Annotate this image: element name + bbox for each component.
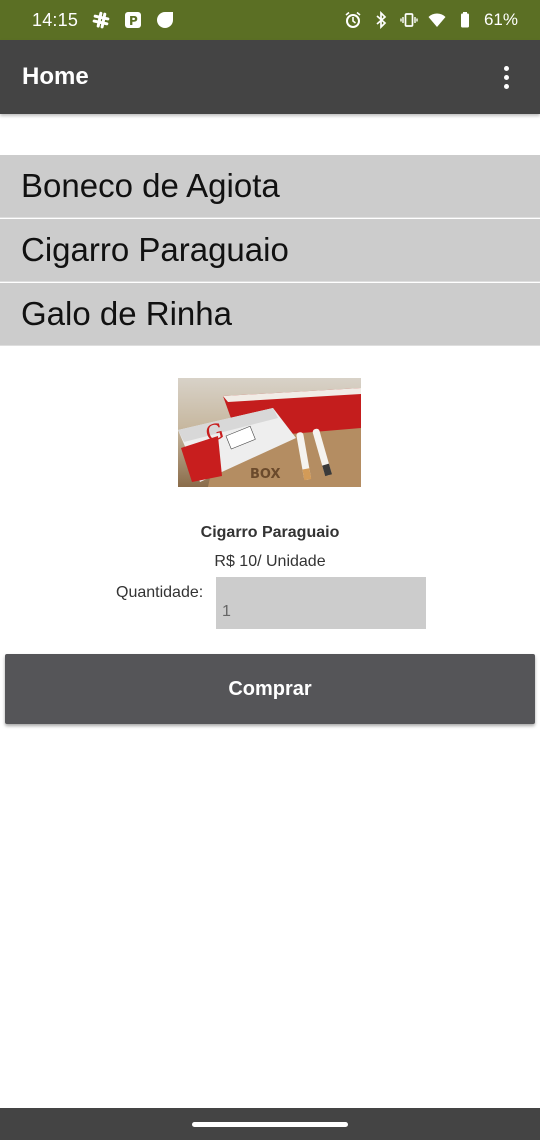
status-time: 14:15 (32, 9, 79, 30)
product-item-boneco-de-agiota[interactable]: Boneco de Agiota (0, 155, 540, 218)
circle-notification-icon (156, 11, 174, 29)
slack-icon (92, 11, 110, 29)
quantity-label: Quantidade: (116, 584, 204, 601)
product-list: Boneco de Agiota Cigarro Paraguaio Galo … (0, 155, 540, 347)
status-right: 61% (344, 10, 518, 30)
product-item-cigarro-paraguaio[interactable]: Cigarro Paraguaio (0, 219, 540, 282)
battery-icon (456, 11, 474, 29)
more-vert-icon[interactable] (494, 57, 518, 97)
wifi-icon (428, 11, 446, 29)
parking-icon: P (124, 11, 142, 29)
app-bar: Home (0, 40, 540, 114)
buy-button[interactable]: Comprar (5, 654, 535, 724)
status-left: 14:15 P (32, 10, 174, 31)
battery-percentage: 61% (483, 10, 518, 29)
quantity-input[interactable] (216, 577, 426, 629)
home-gesture-handle[interactable] (192, 1122, 348, 1127)
nav-bar (0, 1108, 540, 1140)
product-price: R$ 10/ Unidade (214, 553, 326, 570)
svg-text:BOX: BOX (250, 467, 281, 482)
product-item-galo-de-rinha[interactable]: Galo de Rinha (0, 283, 540, 346)
status-bar: 14:15 P 61% (0, 0, 540, 40)
vibrate-icon (400, 11, 418, 29)
product-name: Cigarro Paraguaio (200, 524, 340, 541)
svg-text:P: P (129, 14, 138, 28)
app-title: Home (22, 63, 89, 90)
product-image: BOX G (178, 378, 361, 487)
bluetooth-icon (372, 11, 390, 29)
alarm-icon (344, 11, 362, 29)
